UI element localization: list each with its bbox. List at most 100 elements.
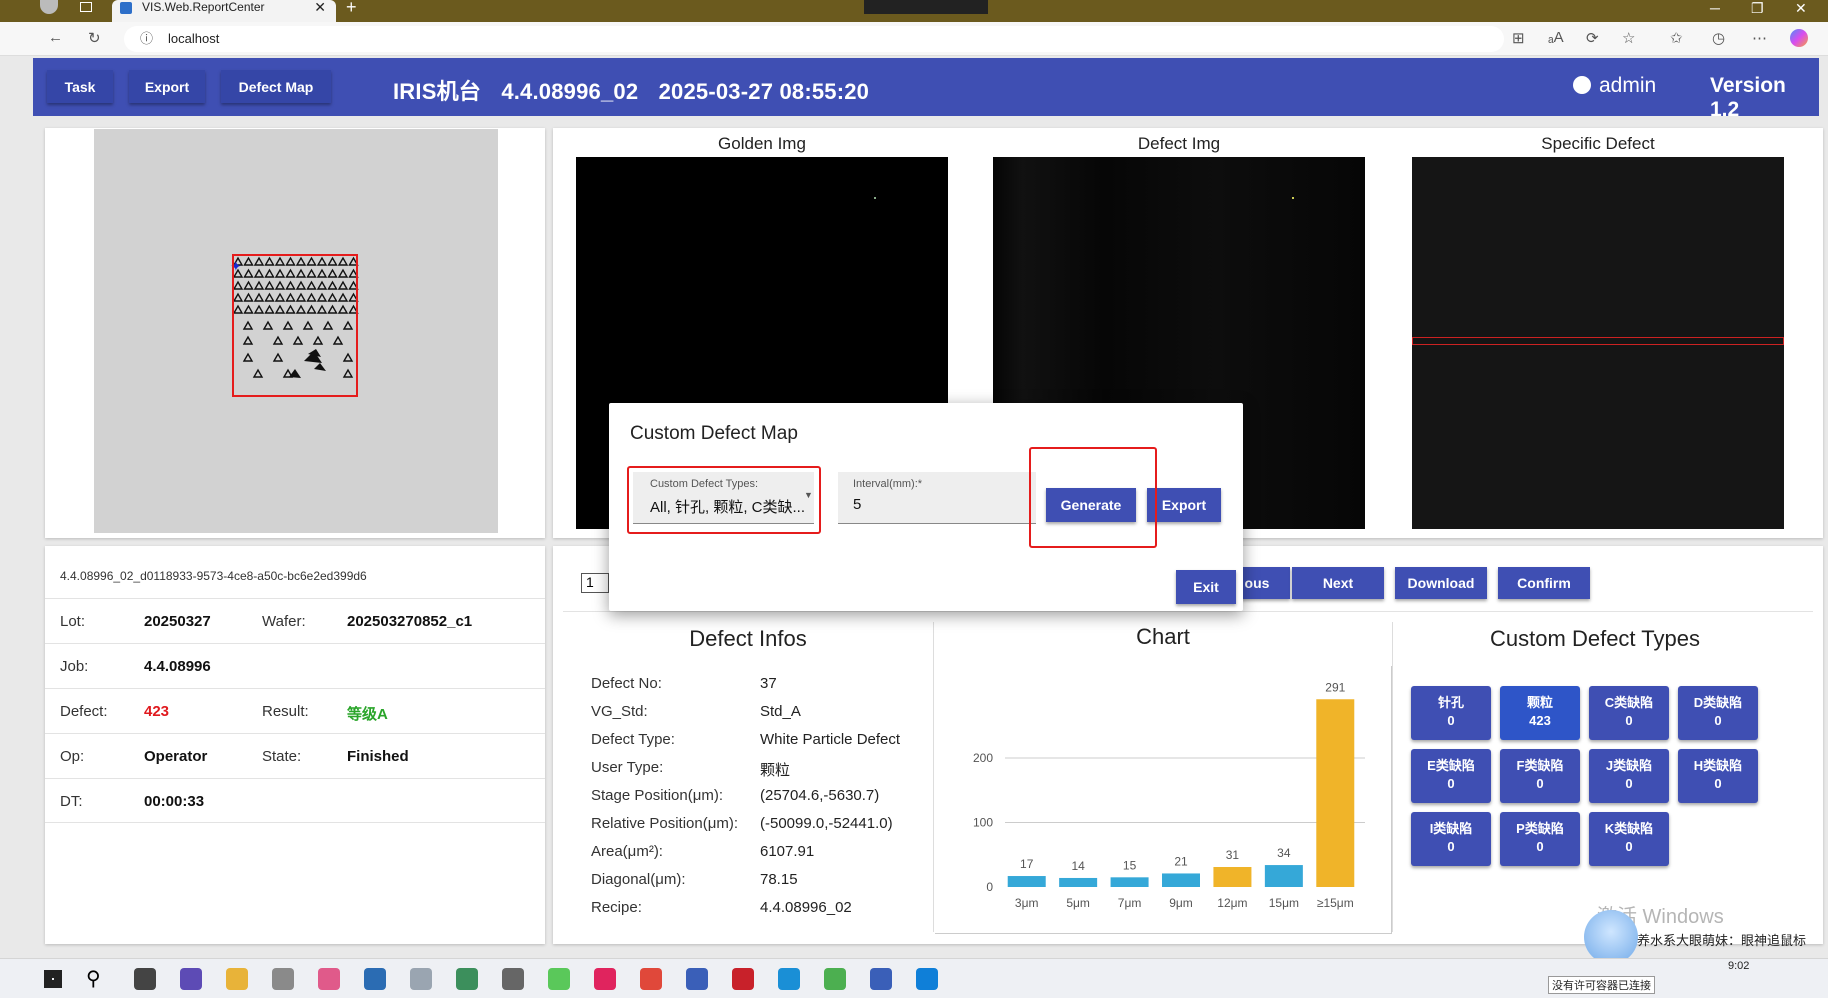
result-label: Result: bbox=[262, 703, 309, 720]
chart-bar[interactable] bbox=[1264, 865, 1303, 887]
user-menu[interactable]: admin bbox=[1573, 74, 1656, 98]
chart-bar[interactable] bbox=[1162, 873, 1200, 887]
app-icon[interactable] bbox=[824, 968, 846, 990]
address-field[interactable]: ⓘ localhost bbox=[124, 26, 1504, 52]
visual-studio-icon[interactable] bbox=[180, 968, 202, 990]
tab-title: VIS.Web.ReportCenter bbox=[142, 0, 265, 14]
chart-bar[interactable] bbox=[1316, 699, 1355, 887]
task-button[interactable]: Task bbox=[47, 70, 113, 103]
edge-icon[interactable] bbox=[916, 968, 938, 990]
translate-icon[interactable]: ⟳ bbox=[1586, 29, 1599, 47]
history-icon[interactable]: ◷ bbox=[1712, 29, 1725, 47]
app-icon[interactable] bbox=[778, 968, 800, 990]
defect-type-name: H类缺陷 bbox=[1693, 758, 1743, 773]
notepad-icon[interactable] bbox=[272, 968, 294, 990]
minimize-icon[interactable]: ─ bbox=[1710, 0, 1720, 16]
defect-type-button[interactable]: E类缺陷 0 bbox=[1411, 749, 1491, 803]
header-datetime: 2025-03-27 08:55:20 bbox=[658, 79, 870, 104]
defect-type-button[interactable]: H类缺陷 0 bbox=[1678, 749, 1758, 803]
more-icon[interactable]: ⋯ bbox=[1752, 29, 1767, 47]
back-icon[interactable]: ← bbox=[48, 29, 63, 46]
confirm-button[interactable]: Confirm bbox=[1498, 567, 1590, 599]
close-tab-icon[interactable]: ✕ bbox=[314, 0, 326, 14]
defect-type-count: 0 bbox=[1714, 713, 1722, 728]
clock[interactable]: 9:02 bbox=[1728, 960, 1749, 972]
defect-type-button[interactable]: F类缺陷 0 bbox=[1500, 749, 1580, 803]
download-button[interactable]: Download bbox=[1395, 567, 1487, 599]
image-viewer-icon[interactable] bbox=[410, 968, 432, 990]
msg-icon[interactable] bbox=[502, 968, 524, 990]
next-button[interactable]: Next bbox=[1292, 567, 1384, 599]
size-distribution-chart: 0 100 200 17 3μm 14 5μm 15 7μm 21 9μm 31 12μm 34 15μm 2… bbox=[973, 680, 1365, 910]
close-window-icon[interactable]: ✕ bbox=[1795, 0, 1807, 17]
defect-type-name: D类缺陷 bbox=[1693, 695, 1743, 710]
chrome-icon[interactable] bbox=[640, 968, 662, 990]
chart-bar[interactable] bbox=[1213, 867, 1252, 887]
defect-type-button[interactable]: 针孔 0 bbox=[1411, 686, 1491, 740]
defect-type-count: 0 bbox=[1536, 776, 1544, 791]
file-explorer-icon[interactable] bbox=[226, 968, 248, 990]
interval-field[interactable]: Interval(mm):* 5 bbox=[838, 472, 1036, 524]
defect-info-value: 78.15 bbox=[760, 871, 798, 888]
chart-bar[interactable] bbox=[1007, 876, 1046, 887]
defect-type-button[interactable]: C类缺陷 0 bbox=[1589, 686, 1669, 740]
defect-info-value: (25704.6,-5630.7) bbox=[760, 787, 880, 804]
map-selection-box[interactable] bbox=[232, 254, 358, 397]
slack-icon[interactable] bbox=[318, 968, 340, 990]
defect-type-name: C类缺陷 bbox=[1604, 695, 1654, 710]
interval-value: 5 bbox=[853, 496, 862, 513]
export-button[interactable]: Export bbox=[129, 70, 205, 103]
defect-type-button[interactable]: K类缺陷 0 bbox=[1589, 812, 1669, 866]
tab-actions-icon[interactable] bbox=[80, 2, 92, 12]
site-info-icon[interactable]: ⓘ bbox=[140, 26, 153, 52]
wechat-icon[interactable] bbox=[548, 968, 570, 990]
task-view-icon[interactable] bbox=[134, 968, 156, 990]
specific-defect-image[interactable] bbox=[1412, 157, 1784, 529]
new-tab-icon[interactable]: + bbox=[346, 0, 357, 18]
wafer-id: 4.4.08996_02_d0118933-9573-4ce8-a50c-bc6… bbox=[60, 569, 367, 583]
app-icon[interactable] bbox=[732, 968, 754, 990]
defect-type-button[interactable]: D类缺陷 0 bbox=[1678, 686, 1758, 740]
export-dialog-button[interactable]: Export bbox=[1147, 488, 1221, 522]
info-row-defect: Defect: 423 Result: 等级A bbox=[45, 688, 545, 733]
defect-type-button[interactable]: I类缺陷 0 bbox=[1411, 812, 1491, 866]
browser-tab[interactable]: VIS.Web.ReportCenter ✕ bbox=[112, 0, 336, 22]
defect-line-marker bbox=[1412, 337, 1784, 345]
favorites-icon[interactable]: ✩ bbox=[1670, 29, 1683, 47]
result-value: 等级A bbox=[347, 706, 388, 723]
defect-type-count: 0 bbox=[1536, 839, 1544, 854]
y-tick-label: 0 bbox=[986, 880, 993, 894]
read-aloud-icon[interactable]: ₐA bbox=[1548, 29, 1564, 46]
vis-app-icon[interactable] bbox=[686, 968, 708, 990]
search-icon[interactable]: ⚲ bbox=[86, 966, 101, 991]
chart-title: Chart bbox=[1136, 624, 1190, 649]
vis-app-icon[interactable] bbox=[870, 968, 892, 990]
nav-divider bbox=[563, 611, 1813, 612]
chart-bar[interactable] bbox=[1059, 877, 1098, 887]
highlight-box-generate bbox=[1029, 447, 1157, 548]
url-text: localhost bbox=[168, 31, 220, 46]
x-tick-label: 7μm bbox=[1118, 896, 1142, 910]
app-icon[interactable] bbox=[456, 968, 478, 990]
exit-button[interactable]: Exit bbox=[1176, 570, 1236, 604]
refresh-icon[interactable]: ↻ bbox=[88, 29, 101, 47]
defect-info-label: Diagonal(μm): bbox=[591, 871, 686, 888]
page-number-input[interactable]: 1 bbox=[581, 573, 609, 593]
app-icon[interactable] bbox=[364, 968, 386, 990]
defect-type-button[interactable]: J类缺陷 0 bbox=[1589, 749, 1669, 803]
copilot-icon[interactable] bbox=[1790, 29, 1808, 47]
defect-map-button[interactable]: Defect Map bbox=[221, 70, 331, 103]
defect-info-value: (-50099.0,-52441.0) bbox=[760, 815, 893, 832]
chart-bar[interactable] bbox=[1110, 877, 1149, 887]
maximize-icon[interactable]: ❐ bbox=[1751, 0, 1764, 17]
defect-type-count: 0 bbox=[1625, 713, 1633, 728]
defect-type-button[interactable]: P类缺陷 0 bbox=[1500, 812, 1580, 866]
defect-type-count: 0 bbox=[1447, 776, 1455, 791]
app-available-icon[interactable]: ⊞ bbox=[1512, 29, 1525, 47]
app-icon[interactable] bbox=[594, 968, 616, 990]
defect-type-button[interactable]: 颗粒 423 bbox=[1500, 686, 1580, 740]
favorite-star-icon[interactable]: ☆ bbox=[1622, 29, 1635, 47]
app-header: Task Export Defect Map IRIS机台 4.4.08996_… bbox=[33, 58, 1819, 121]
state-value: Finished bbox=[347, 748, 409, 765]
start-icon[interactable] bbox=[44, 970, 62, 988]
